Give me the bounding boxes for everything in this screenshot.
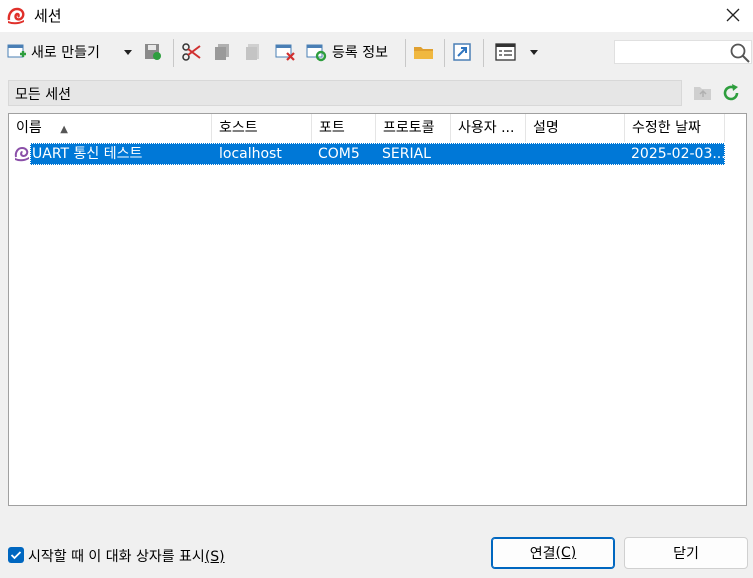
- copy-button[interactable]: [212, 39, 232, 65]
- save-session-button[interactable]: [143, 39, 163, 65]
- search-box[interactable]: [614, 40, 752, 64]
- checkmark-icon: [10, 551, 22, 560]
- new-folder-button[interactable]: [413, 39, 435, 65]
- folder-up-icon: [694, 87, 711, 100]
- sort-ascending-icon: ▲: [60, 124, 68, 135]
- delete-icon: [275, 44, 295, 61]
- properties-label: 등록 정보: [332, 45, 388, 61]
- session-host-cell: localhost: [219, 146, 282, 162]
- show-on-startup-accelerator: (S): [204, 549, 225, 565]
- connect-button-label: 연결: [529, 546, 556, 562]
- column-header-host[interactable]: 호스트: [212, 114, 312, 142]
- column-header-port[interactable]: 포트: [312, 114, 376, 142]
- session-name-cell: UART 통신 테스트: [32, 146, 143, 162]
- folder-path-bar: 모든 세션: [8, 80, 682, 106]
- shortcut-icon: [453, 43, 471, 61]
- title-bar: 세션: [0, 0, 753, 32]
- close-button-label: 닫기: [673, 546, 699, 562]
- connect-button[interactable]: 연결 (C): [491, 537, 615, 569]
- copy-icon: [215, 44, 229, 60]
- session-description-cell: [532, 143, 627, 165]
- refresh-icon: [723, 84, 739, 101]
- table-row[interactable]: UART 통신 테스트 localhost COM5 SERIAL 2025-0…: [30, 143, 725, 165]
- toolbar-separator: [483, 39, 484, 67]
- show-on-startup-label[interactable]: 시작할 때 이 대화 상자를 표시(S): [28, 546, 225, 566]
- chevron-down-icon: [124, 50, 132, 55]
- view-mode-button[interactable]: [495, 39, 517, 65]
- session-protocol-cell: SERIAL: [382, 146, 431, 162]
- connect-button-accelerator: (C): [555, 545, 577, 561]
- column-header-modified[interactable]: 수정한 날짜: [625, 114, 725, 142]
- paste-button[interactable]: [243, 39, 263, 65]
- new-session-button[interactable]: 새로 만들기: [7, 39, 100, 65]
- save-icon: [145, 44, 161, 60]
- column-header-description[interactable]: 설명: [526, 114, 625, 142]
- new-session-icon: [7, 44, 26, 58]
- list-header: 이름 ▲ 호스트 포트 프로토콜 사용자 ... 설명 수정한 날짜: [9, 114, 746, 142]
- close-button[interactable]: 닫기: [624, 537, 748, 569]
- show-on-startup-text: 시작할 때 이 대화 상자를 표시: [28, 549, 205, 565]
- folder-icon: [414, 47, 433, 59]
- create-shortcut-button[interactable]: [452, 39, 472, 65]
- session-modified-cell: 2025-02-03...: [631, 146, 725, 162]
- session-icon: [13, 145, 31, 163]
- view-list-icon: [495, 43, 516, 61]
- close-window-button[interactable]: [719, 2, 747, 28]
- app-logo-icon: [6, 6, 26, 26]
- session-port-cell: COM5: [318, 146, 360, 162]
- up-folder-button[interactable]: [693, 83, 713, 103]
- chevron-down-icon: [530, 50, 538, 55]
- refresh-button[interactable]: [721, 83, 741, 103]
- new-session-label: 새로 만들기: [31, 45, 100, 61]
- folder-path-label: 모든 세션: [15, 87, 71, 103]
- column-header-protocol[interactable]: 프로토콜: [376, 114, 451, 142]
- close-icon: [726, 8, 740, 22]
- cut-icon: [182, 43, 201, 61]
- properties-button[interactable]: 등록 정보: [306, 39, 388, 65]
- column-header-name-label: 이름: [16, 120, 42, 136]
- paste-icon: [246, 44, 259, 60]
- session-user-cell: [457, 143, 527, 165]
- delete-button[interactable]: [275, 39, 297, 65]
- column-header-name[interactable]: 이름 ▲: [9, 114, 212, 142]
- column-header-user[interactable]: 사용자 ...: [451, 114, 526, 142]
- toolbar-separator: [444, 39, 445, 67]
- toolbar-separator: [173, 39, 174, 67]
- view-mode-dropdown[interactable]: [528, 39, 540, 65]
- cut-button[interactable]: [181, 39, 203, 65]
- window-title: 세션: [34, 7, 62, 25]
- show-on-startup-checkbox[interactable]: [8, 547, 24, 563]
- properties-icon: [306, 44, 327, 62]
- toolbar-separator: [405, 39, 406, 67]
- session-list[interactable]: 이름 ▲ 호스트 포트 프로토콜 사용자 ... 설명 수정한 날짜 UART …: [8, 113, 747, 506]
- new-session-dropdown[interactable]: [122, 39, 134, 65]
- search-icon[interactable]: [729, 42, 751, 68]
